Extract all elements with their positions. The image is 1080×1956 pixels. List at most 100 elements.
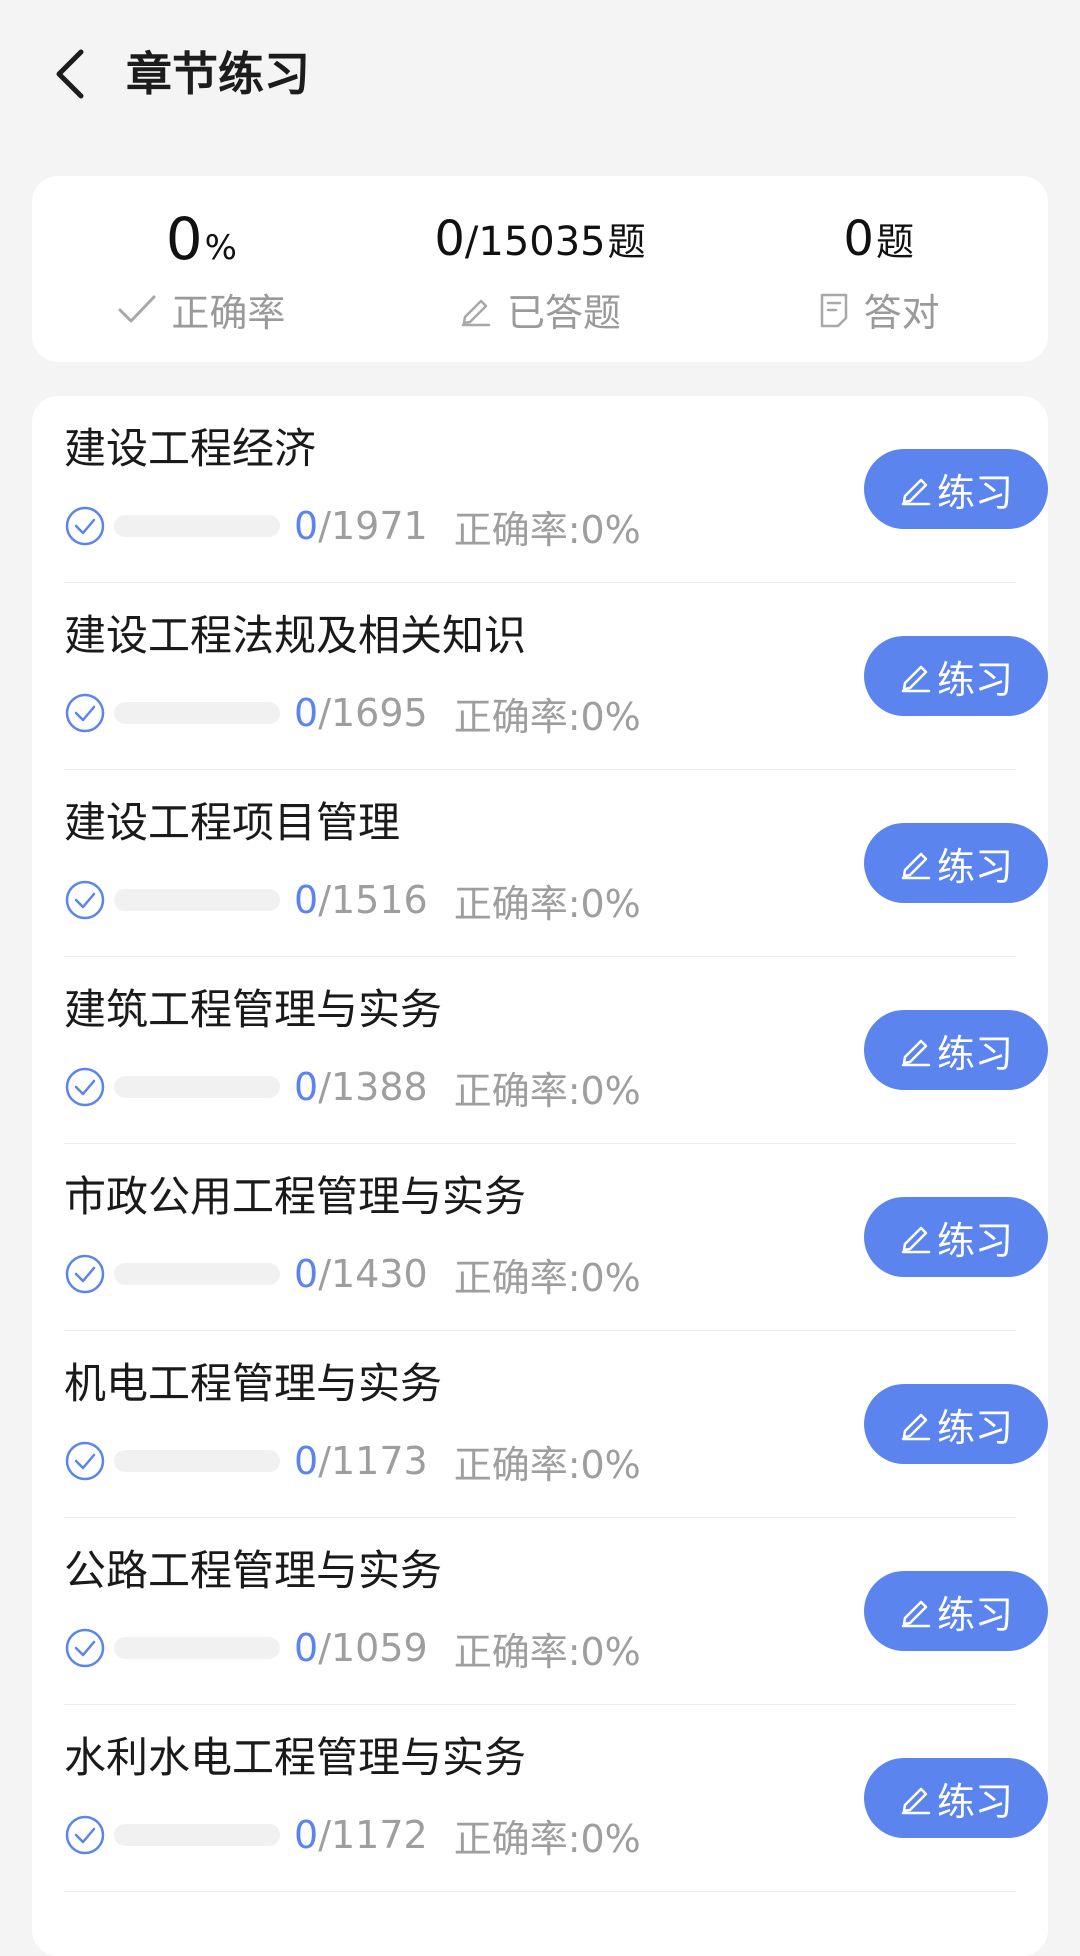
chapter-accuracy: 正确率:0%	[453, 1816, 641, 1861]
check-circle-icon	[65, 1815, 105, 1855]
question-total: /1172	[318, 1813, 428, 1857]
check-circle-icon	[65, 880, 105, 920]
correct-label: 答对	[863, 291, 940, 335]
practice-label: 练习	[936, 844, 1013, 889]
check-circle-icon	[65, 1067, 105, 1107]
chapter-title: 市政公用工程管理与实务	[64, 1172, 527, 1221]
practice-button[interactable]: 练习	[864, 1758, 1048, 1838]
answered-count: 0	[294, 504, 319, 548]
correct-unit: 题	[875, 220, 914, 264]
practice-label: 练习	[936, 1405, 1013, 1450]
question-total: /1059	[318, 1626, 428, 1670]
chapter-title: 建筑工程管理与实务	[64, 985, 443, 1034]
practice-label: 练习	[936, 1779, 1013, 1824]
answered-stat: 0 /15035 题 已答题	[371, 176, 710, 362]
practice-label: 练习	[936, 657, 1013, 702]
question-total: /1173	[318, 1439, 428, 1483]
page-title: 章节练习	[126, 47, 310, 101]
question-total: /1430	[318, 1252, 428, 1296]
progress-bar	[114, 1076, 280, 1098]
check-circle-icon	[65, 693, 105, 733]
summary-card: 0 % 正确率 0 /15035 题 已答题 0 题 答对	[32, 176, 1048, 362]
chapter-title: 机电工程管理与实务	[64, 1359, 443, 1408]
practice-label: 练习	[936, 1592, 1013, 1637]
answered-count: 0	[294, 1252, 319, 1296]
chevron-left-icon	[56, 49, 84, 99]
answered-count: 0	[294, 1626, 319, 1670]
progress-bar	[114, 889, 280, 911]
practice-button[interactable]: 练习	[864, 449, 1048, 529]
question-total: /1388	[318, 1065, 428, 1109]
pencil-icon	[901, 478, 931, 506]
practice-button[interactable]: 练习	[864, 1571, 1048, 1651]
pencil-icon	[901, 1787, 931, 1815]
chapter-title: 建设工程法规及相关知识	[64, 611, 527, 660]
progress-bar	[114, 1637, 280, 1659]
practice-label: 练习	[936, 470, 1013, 515]
answered-label: 已答题	[507, 291, 622, 335]
check-circle-icon	[65, 1254, 105, 1294]
practice-label: 练习	[936, 1218, 1013, 1263]
answered-count: 0	[294, 1065, 319, 1109]
practice-button[interactable]: 练习	[864, 636, 1048, 716]
pencil-icon	[901, 1600, 931, 1628]
answered-done: 0	[434, 211, 465, 267]
chapter-accuracy: 正确率:0%	[453, 1629, 641, 1674]
answered-count: 0	[294, 1813, 319, 1857]
practice-button[interactable]: 练习	[864, 823, 1048, 903]
chapter-accuracy: 正确率:0%	[453, 1255, 641, 1300]
check-circle-icon	[65, 506, 105, 546]
pencil-icon	[901, 1413, 931, 1441]
pencil-icon	[901, 1039, 931, 1067]
accuracy-value: 0	[165, 205, 203, 273]
practice-label: 练习	[936, 1031, 1013, 1076]
accuracy-label: 正确率	[171, 291, 286, 335]
check-circle-icon	[65, 1628, 105, 1668]
chapter-accuracy: 正确率:0%	[453, 694, 641, 739]
practice-button[interactable]: 练习	[864, 1384, 1048, 1464]
chapter-accuracy: 正确率:0%	[453, 881, 641, 926]
chapter-row: 机电工程管理与实务 0/1173 正确率:0% 练习	[64, 1331, 1048, 1518]
accuracy-stat: 0 % 正确率	[32, 176, 371, 362]
question-total: /1516	[318, 878, 428, 922]
app-header: 章节练习	[0, 0, 1080, 150]
question-total: /1695	[318, 691, 428, 735]
practice-button[interactable]: 练习	[864, 1197, 1048, 1277]
back-button[interactable]	[40, 40, 100, 108]
correct-value: 0	[843, 211, 874, 267]
divider	[64, 1891, 1016, 1892]
chapter-row: 公路工程管理与实务 0/1059 正确率:0% 练习	[64, 1518, 1048, 1705]
chapter-row: 水利水电工程管理与实务 0/1172 正确率:0% 练习	[64, 1705, 1048, 1892]
practice-button[interactable]: 练习	[864, 1010, 1048, 1090]
progress-bar	[114, 515, 280, 537]
chapter-row: 建设工程经济 0/1971 正确率:0% 练习	[64, 396, 1048, 583]
chapter-row: 建筑工程管理与实务 0/1388 正确率:0% 练习	[64, 957, 1048, 1144]
answered-count: 0	[294, 878, 319, 922]
pencil-icon	[901, 1226, 931, 1254]
question-total: /1971	[318, 504, 428, 548]
pencil-icon	[901, 852, 931, 880]
chapter-accuracy: 正确率:0%	[453, 507, 641, 552]
answered-total: /15035	[464, 219, 606, 265]
chapter-row: 建设工程项目管理 0/1516 正确率:0% 练习	[64, 770, 1048, 957]
progress-bar	[114, 1824, 280, 1846]
chapter-accuracy: 正确率:0%	[453, 1068, 641, 1113]
chapter-title: 建设工程项目管理	[64, 798, 401, 847]
correct-stat: 0 题 答对	[709, 176, 1048, 362]
progress-bar	[114, 702, 280, 724]
chapter-title: 建设工程经济	[64, 424, 317, 473]
progress-bar	[114, 1263, 280, 1285]
check-circle-icon	[65, 1441, 105, 1481]
chapter-row: 市政公用工程管理与实务 0/1430 正确率:0% 练习	[64, 1144, 1048, 1331]
answered-count: 0	[294, 691, 319, 735]
pencil-icon	[461, 299, 491, 326]
chapter-title: 公路工程管理与实务	[64, 1546, 443, 1595]
pencil-icon	[901, 665, 931, 693]
chapter-row: 建设工程法规及相关知识 0/1695 正确率:0% 练习	[64, 583, 1048, 770]
progress-bar	[114, 1450, 280, 1472]
accuracy-unit: %	[204, 228, 237, 268]
answered-unit: 题	[607, 220, 646, 264]
answered-count: 0	[294, 1439, 319, 1483]
document-icon	[820, 293, 847, 327]
chapter-list: 建设工程经济 0/1971 正确率:0% 练习 建设工程法规及相关知识 0/16…	[32, 396, 1048, 1956]
